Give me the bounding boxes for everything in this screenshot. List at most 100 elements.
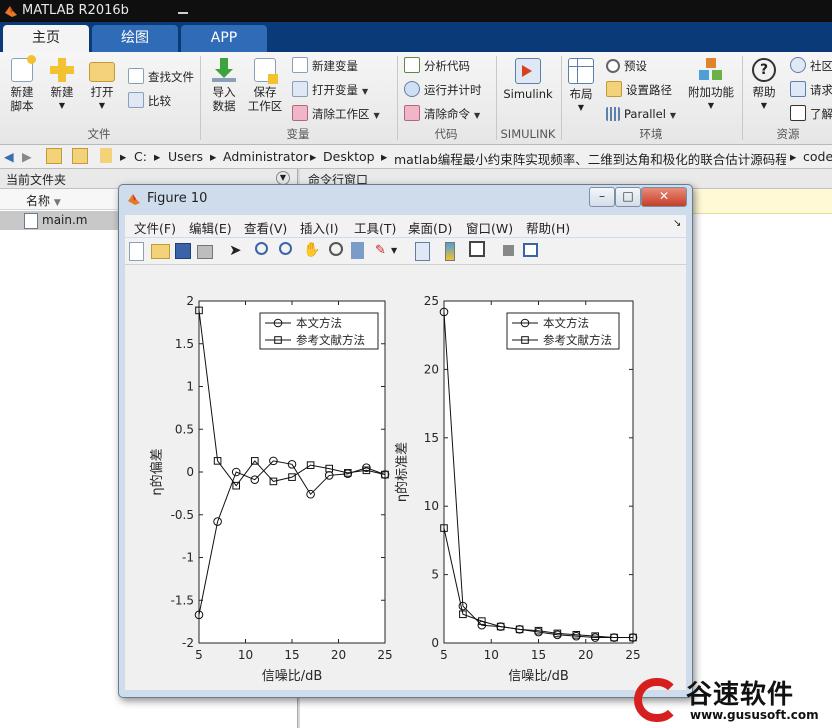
open-file-icon[interactable] (151, 244, 170, 259)
clear-commands-label: 清除命令 (424, 107, 470, 121)
analyze-code-label: 分析代码 (424, 59, 470, 73)
community-button[interactable]: 社区 (790, 57, 832, 75)
clear-commands-button[interactable]: 清除命令 ▼ (404, 105, 480, 123)
analyze-code-button[interactable]: 分析代码 (404, 57, 470, 75)
legend-icon[interactable] (469, 241, 485, 257)
x-axis-label: 信噪比/dB (508, 669, 569, 684)
import-data-button[interactable]: 导入 数据 (206, 58, 242, 113)
menu-file[interactable]: 文件(F) (134, 218, 176, 237)
clear-workspace-button[interactable]: 清除工作区 ▼ (292, 105, 380, 123)
chevron-down-icon: ▼ (669, 111, 677, 120)
axes-bias[interactable]: 5 10 15 20 25 -2 -1.5 -1 -0.5 0 0.5 1 1.5 2 信噪比/dB η的偏差… (149, 294, 393, 684)
new-figure-icon[interactable] (129, 242, 144, 261)
breadcrumb-administrator[interactable]: Administrator (223, 149, 308, 164)
preferences-button[interactable]: 预设 (606, 57, 647, 75)
breadcrumb-code[interactable]: code (803, 149, 832, 164)
breadcrumb-users[interactable]: Users (168, 149, 203, 164)
import-arrow-icon (212, 58, 236, 82)
back-arrow-icon[interactable]: ◀ (4, 149, 14, 164)
app-title-bar: MATLAB R2016b (0, 0, 832, 22)
print-icon[interactable] (197, 245, 213, 259)
open-variable-label: 打开变量 (312, 83, 358, 97)
plot-area (443, 300, 634, 644)
pointer-arrow-icon[interactable]: ➤ (229, 242, 246, 259)
menu-insert[interactable]: 插入(I) (300, 218, 338, 237)
minimize-icon[interactable] (178, 12, 188, 14)
find-files-button[interactable]: 查找文件 (128, 68, 194, 86)
menu-desktop[interactable]: 桌面(D) (408, 218, 452, 237)
menu-tools[interactable]: 工具(T) (354, 218, 396, 237)
axes-std[interactable]: 5 10 15 20 250510152025信噪比/dBη的标准差本文方法参考文献方法 (394, 294, 641, 684)
simulink-label: Simulink (503, 87, 553, 101)
hide-plot-tools-icon[interactable] (503, 245, 514, 256)
menu-window[interactable]: 窗口(W) (466, 218, 513, 237)
help-icon: ? (752, 58, 776, 82)
layout-button[interactable]: 布局 ▼ (564, 58, 598, 115)
show-plot-tools-icon[interactable] (523, 243, 538, 257)
folder-icon (89, 62, 115, 82)
tab-plots[interactable]: 绘图 (92, 25, 178, 52)
new-button[interactable]: 新建 ▼ (44, 58, 80, 113)
pan-hand-icon[interactable]: ✋ (303, 242, 320, 259)
find-files-label: 查找文件 (148, 70, 194, 84)
compare-button[interactable]: 比较 (128, 92, 171, 110)
request-support-button[interactable]: 请求 (790, 81, 832, 99)
save-workspace-button[interactable]: 保存 工作区 (246, 58, 284, 113)
breadcrumb-desktop[interactable]: Desktop (323, 149, 375, 164)
chevron-down-icon[interactable]: ▼ (391, 242, 408, 259)
colorbar-icon[interactable] (445, 242, 455, 261)
file-name: main.m (42, 213, 88, 227)
figure-title-bar[interactable]: Figure 10 – □ ✕ (119, 185, 692, 212)
learn-button[interactable]: 了解 (790, 105, 832, 123)
zoom-out-icon[interactable] (279, 242, 292, 255)
new-script-icon (11, 55, 36, 82)
add-ons-button[interactable]: 附加功能 ▼ (686, 58, 736, 113)
figure-window: Figure 10 – □ ✕ 文件(F) 编辑(E) 查看(V) 插入(I) … (118, 184, 693, 698)
parallel-button[interactable]: Parallel ▼ (606, 105, 676, 123)
up-folder-icon[interactable] (46, 148, 62, 164)
breadcrumb-c[interactable]: C: (134, 149, 147, 164)
chevron-down-icon: ▼ (760, 101, 768, 110)
rotate-3d-icon[interactable] (329, 242, 343, 256)
menu-view[interactable]: 查看(V) (244, 218, 287, 237)
x-tick-label: 20 (331, 648, 346, 662)
menu-dock-arrow-icon[interactable]: ↘ (673, 218, 681, 229)
layout-label: 布局 (569, 87, 593, 101)
figure-maximize-button[interactable]: □ (615, 187, 641, 207)
chevron-down-icon: ▼ (474, 111, 481, 120)
link-plot-icon[interactable] (415, 242, 430, 261)
new-variable-button[interactable]: 新建变量 (292, 57, 358, 75)
y-axis-label: η的偏差 (149, 448, 165, 495)
panel-actions-icon[interactable]: ▼ (276, 171, 290, 185)
zoom-in-icon[interactable] (255, 242, 268, 255)
breadcrumb-project-folder[interactable]: matlab编程最小约束阵实现频率、二维到达角和极化的联合估计源码程序 (394, 149, 786, 168)
figure-minimize-button[interactable]: – (589, 187, 615, 207)
data-cursor-icon[interactable] (351, 242, 364, 259)
y-tick-label: 0 (431, 636, 439, 650)
open-button[interactable]: 打开 ▼ (84, 58, 120, 113)
eraser-icon (404, 105, 420, 121)
set-path-button[interactable]: 设置路径 (606, 81, 672, 99)
new-script-button[interactable]: 新建 脚本 (4, 55, 40, 113)
browse-folder-icon[interactable] (72, 148, 88, 164)
menu-help[interactable]: 帮助(H) (526, 218, 570, 237)
legend-entry: 本文方法 (543, 316, 589, 330)
run-and-time-button[interactable]: 运行并计时 (404, 81, 482, 99)
tab-home[interactable]: 主页 (3, 25, 89, 52)
help-button[interactable]: ? 帮助 ▼ (746, 58, 782, 113)
tab-apps[interactable]: APP (181, 25, 267, 52)
simulink-button[interactable]: Simulink (500, 58, 556, 101)
menu-edit[interactable]: 编辑(E) (189, 218, 232, 237)
matlab-logo-icon (128, 194, 140, 205)
y-tick-label: 15 (424, 431, 439, 445)
m-file-icon (24, 213, 38, 229)
figure-title: Figure 10 (147, 191, 208, 206)
y-tick-label: -1.5 (171, 593, 194, 607)
open-variable-button[interactable]: 打开变量 ▼ (292, 81, 368, 99)
save-icon[interactable] (175, 243, 191, 259)
x-tick-label: 25 (377, 648, 392, 662)
column-name-header[interactable]: 名称 ▼ (26, 192, 61, 209)
forward-arrow-icon[interactable]: ▶ (22, 149, 32, 164)
figure-close-button[interactable]: ✕ (641, 187, 687, 207)
brush-icon[interactable]: ✎ (375, 242, 392, 259)
